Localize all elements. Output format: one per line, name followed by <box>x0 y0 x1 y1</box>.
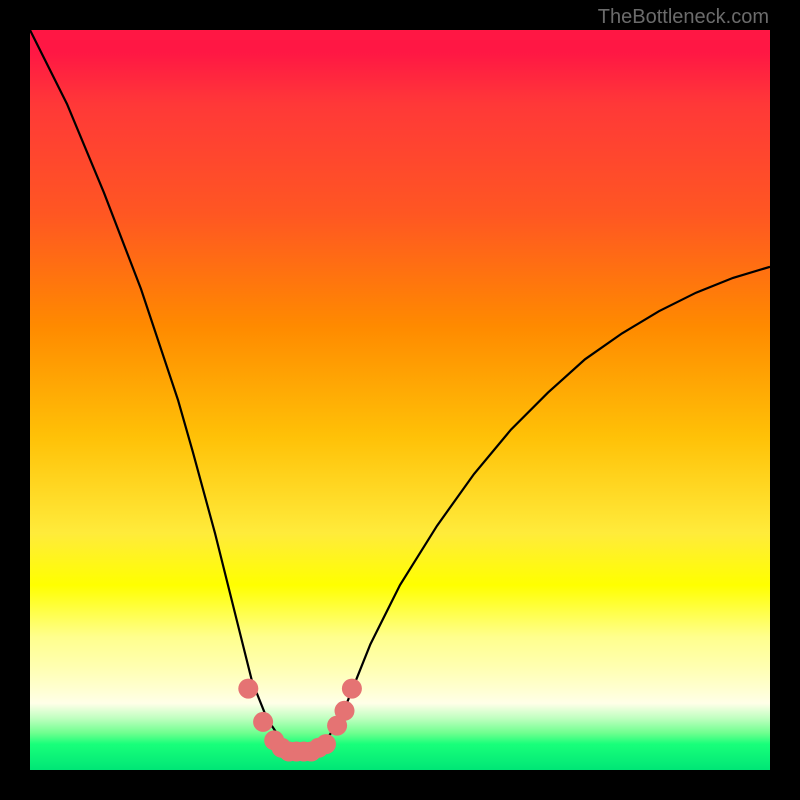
watermark-text: TheBottleneck.com <box>598 6 769 29</box>
curve-marker <box>342 679 362 699</box>
curve-markers <box>238 679 362 762</box>
chart-container: TheBottleneck.com <box>0 0 800 800</box>
bottleneck-curve <box>30 30 770 752</box>
curve-marker <box>335 701 355 721</box>
curve-marker <box>238 679 258 699</box>
plot-area <box>30 30 770 770</box>
curve-marker <box>253 712 273 732</box>
curve-marker <box>316 734 336 754</box>
bottleneck-curve-svg <box>30 30 770 770</box>
